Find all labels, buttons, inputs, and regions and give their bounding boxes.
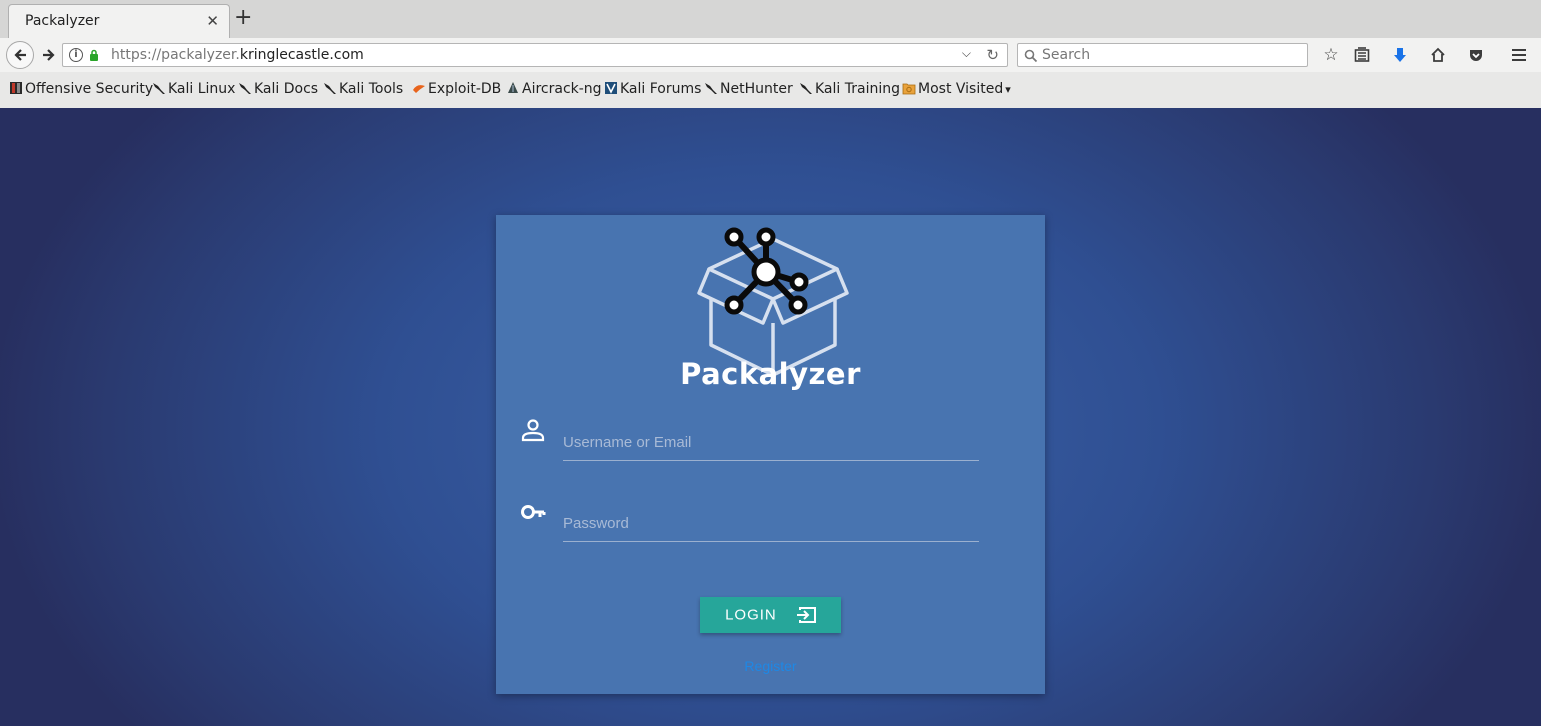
brand-title: Packalyzer bbox=[680, 357, 861, 391]
bookmark-aircrack-ng[interactable]: Aircrack-ng bbox=[506, 81, 602, 97]
person-icon bbox=[521, 419, 545, 442]
login-card: Packalyzer LOGIN Register bbox=[496, 215, 1045, 694]
hamburger-menu-icon[interactable] bbox=[1506, 43, 1532, 67]
bookmark-kali-linux[interactable]: Kali Linux bbox=[152, 81, 235, 97]
download-arrow-icon bbox=[1394, 48, 1406, 62]
back-arrow-icon bbox=[14, 49, 26, 61]
aircrack-icon bbox=[508, 82, 518, 93]
bookmarks-library-icon[interactable] bbox=[1349, 43, 1375, 67]
password-field bbox=[563, 502, 979, 542]
url-text: https://packalyzer.kringlecastle.com bbox=[111, 47, 364, 63]
navigation-bar: i https://packalyzer.kringlecastle.com ⌵… bbox=[0, 38, 1541, 72]
bookmark-most-visited[interactable]: Most Visited ▾ bbox=[902, 81, 1011, 97]
login-button-label: LOGIN bbox=[725, 606, 777, 624]
bookmark-offensive-security[interactable]: Offensive Security bbox=[9, 81, 153, 97]
username-field bbox=[563, 421, 979, 461]
bookmark-nethunter[interactable]: NetHunter bbox=[704, 81, 793, 97]
kali-dragon-icon bbox=[705, 83, 717, 94]
home-glyph-icon bbox=[1431, 47, 1445, 62]
menu-lines-icon bbox=[1512, 49, 1526, 61]
bookmark-kali-tools[interactable]: Kali Tools bbox=[323, 81, 403, 97]
home-icon[interactable] bbox=[1425, 43, 1451, 67]
forward-button[interactable] bbox=[36, 42, 62, 68]
site-info-icon[interactable]: i bbox=[69, 48, 83, 62]
reload-icon[interactable]: ↻ bbox=[986, 46, 999, 64]
bookmark-kali-training[interactable]: Kali Training bbox=[799, 81, 900, 97]
kali-dragon-icon bbox=[324, 83, 336, 94]
chevron-down-icon: ▾ bbox=[1005, 83, 1011, 96]
forward-arrow-icon bbox=[43, 49, 55, 61]
packalyzer-logo-icon bbox=[697, 227, 849, 377]
folder-icon bbox=[902, 83, 916, 95]
bookmark-kali-docs[interactable]: Kali Docs bbox=[238, 81, 318, 97]
bookmark-exploit-db[interactable]: Exploit-DB bbox=[412, 81, 501, 97]
password-input[interactable] bbox=[563, 502, 979, 538]
kali-dragon-icon bbox=[800, 83, 812, 94]
kali-forums-icon bbox=[605, 82, 617, 94]
chevron-down-icon[interactable]: ⌵ bbox=[962, 46, 971, 61]
kali-dragon-icon bbox=[153, 83, 165, 94]
address-bar[interactable]: i https://packalyzer.kringlecastle.com ⌵… bbox=[62, 43, 1008, 67]
pocket-icon[interactable] bbox=[1463, 43, 1489, 67]
library-icon bbox=[1354, 47, 1370, 62]
lock-icon bbox=[90, 49, 98, 61]
tab-strip: Packalyzer ✕ + bbox=[0, 0, 1541, 38]
bookmark-kali-forums[interactable]: Kali Forums bbox=[604, 81, 701, 97]
bookmarks-toolbar: Offensive Security Kali Linux Kali Docs … bbox=[0, 72, 1541, 108]
close-tab-icon[interactable]: ✕ bbox=[206, 12, 219, 30]
page-background: Packalyzer LOGIN Register bbox=[0, 108, 1541, 726]
browser-chrome: Packalyzer ✕ + i https://packalyzer.krin… bbox=[0, 0, 1541, 108]
login-arrow-icon bbox=[796, 607, 816, 624]
new-tab-icon[interactable]: + bbox=[234, 7, 252, 29]
username-input[interactable] bbox=[563, 421, 979, 457]
exploitdb-icon bbox=[413, 85, 425, 93]
kali-dragon-icon bbox=[239, 83, 251, 94]
pocket-glyph-icon bbox=[1470, 50, 1482, 61]
downloads-icon[interactable] bbox=[1387, 43, 1413, 67]
search-placeholder: Search bbox=[1042, 47, 1091, 63]
bookmark-star-icon[interactable]: ☆ bbox=[1318, 43, 1344, 67]
tab-title: Packalyzer bbox=[25, 13, 100, 29]
browser-tab[interactable]: Packalyzer ✕ bbox=[8, 4, 230, 38]
register-link[interactable]: Register bbox=[496, 658, 1045, 674]
back-button[interactable] bbox=[6, 41, 34, 69]
offsec-icon bbox=[10, 82, 22, 94]
key-icon bbox=[521, 505, 546, 519]
search-icon bbox=[1024, 49, 1038, 63]
login-button[interactable]: LOGIN bbox=[700, 597, 841, 633]
search-bar[interactable]: Search bbox=[1017, 43, 1308, 67]
